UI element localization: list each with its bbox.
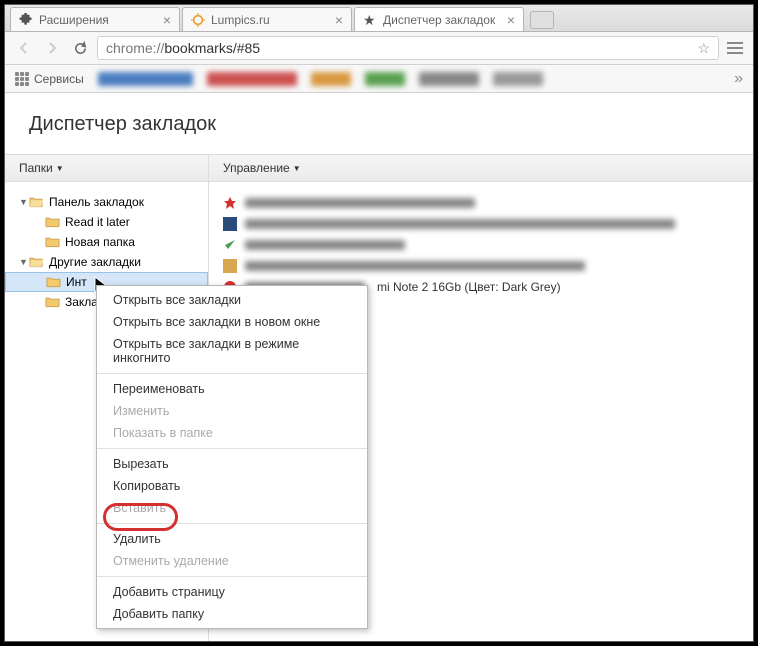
tree-item-bookmark-bar[interactable]: ▼ Панель закладок [5,192,208,212]
expander-icon[interactable]: ▼ [19,197,29,207]
folder-open-icon [29,256,44,268]
tree-item-read-later[interactable]: Read it later [5,212,208,232]
list-item[interactable] [209,213,753,234]
folders-header[interactable]: Папки▼ [5,155,209,181]
ctx-add-folder[interactable]: Добавить папку [97,603,367,625]
ctx-open-all-new-window[interactable]: Открыть все закладки в новом окне [97,311,367,333]
list-item[interactable] [209,192,753,213]
ctx-paste: Вставить [97,497,367,519]
reload-button[interactable] [69,37,91,59]
chrome-menu-button[interactable] [725,38,745,58]
ctx-copy[interactable]: Копировать [97,475,367,497]
favicon [223,259,237,273]
blurred-text [245,219,675,229]
tab-label: Диспетчер закладок [383,13,495,27]
ctx-open-all[interactable]: Открыть все закладки [97,289,367,311]
blurred-text [245,198,475,208]
separator [97,373,367,374]
close-icon[interactable]: × [335,13,343,27]
folder-icon [45,296,60,308]
folder-open-icon [29,196,44,208]
other-bookmarks-chevron[interactable]: » [734,70,743,88]
tree-item-other-bookmarks[interactable]: ▼ Другие закладки [5,252,208,272]
apps-label: Сервисы [34,72,84,86]
context-menu: Открыть все закладки Открыть все закладк… [96,285,368,629]
star-icon: ★ [363,13,377,27]
folder-icon [45,236,60,248]
tab-strip: Расширения × Lumpics.ru × ★ Диспетчер за… [5,5,753,32]
manage-header[interactable]: Управление▼ [209,155,315,181]
bookmark-star-icon[interactable]: ☆ [697,40,710,57]
browser-window: Расширения × Lumpics.ru × ★ Диспетчер за… [4,4,754,642]
tab-extensions[interactable]: Расширения × [10,7,180,31]
ctx-cut[interactable]: Вырезать [97,453,367,475]
tree-item-new-folder[interactable]: Новая папка [5,232,208,252]
column-headers: Папки▼ Управление▼ [5,154,753,182]
ctx-delete[interactable]: Удалить [97,528,367,550]
blurred-text [245,261,585,271]
blurred-text [245,240,405,250]
back-button[interactable] [13,37,35,59]
caret-down-icon: ▼ [293,164,301,173]
puzzle-icon [19,13,33,27]
url-path: bookmarks/#85 [164,40,260,56]
close-icon[interactable]: × [163,13,171,27]
list-item-text: mi Note 2 16Gb (Цвет: Dark Grey) [377,280,561,294]
address-bar[interactable]: chrome://bookmarks/#85 ☆ [97,36,719,60]
ctx-open-all-incognito[interactable]: Открыть все закладки в режиме инкогнито [97,333,367,369]
separator [97,576,367,577]
separator [97,448,367,449]
sun-icon [191,13,205,27]
url-host: chrome:// [106,40,164,56]
list-item[interactable] [209,255,753,276]
tab-label: Расширения [39,13,109,27]
favicon [223,196,237,210]
apps-shortcut[interactable]: Сервисы [15,72,84,86]
tab-lumpics[interactable]: Lumpics.ru × [182,7,352,31]
apps-icon [15,72,29,86]
expander-icon[interactable]: ▼ [19,257,29,267]
toolbar: chrome://bookmarks/#85 ☆ [5,32,753,65]
tab-label: Lumpics.ru [211,13,270,27]
ctx-undo-delete: Отменить удаление [97,550,367,572]
blurred-bookmarks [98,72,543,86]
ctx-edit: Изменить [97,400,367,422]
forward-button[interactable] [41,37,63,59]
folder-icon [45,216,60,228]
list-item[interactable] [209,234,753,255]
tab-bookmarks-manager[interactable]: ★ Диспетчер закладок × [354,7,524,31]
close-icon[interactable]: × [507,13,515,27]
ctx-add-page[interactable]: Добавить страницу [97,581,367,603]
favicon [223,217,237,231]
folder-icon [46,276,61,288]
caret-down-icon: ▼ [56,164,64,173]
ctx-rename[interactable]: Переименовать [97,378,367,400]
page-title: Диспетчер закладок [5,93,753,154]
separator [97,523,367,524]
favicon [223,238,237,252]
new-tab-button[interactable] [530,11,554,29]
ctx-show-in-folder: Показать в папке [97,422,367,444]
bookmarks-bar: Сервисы » [5,65,753,93]
